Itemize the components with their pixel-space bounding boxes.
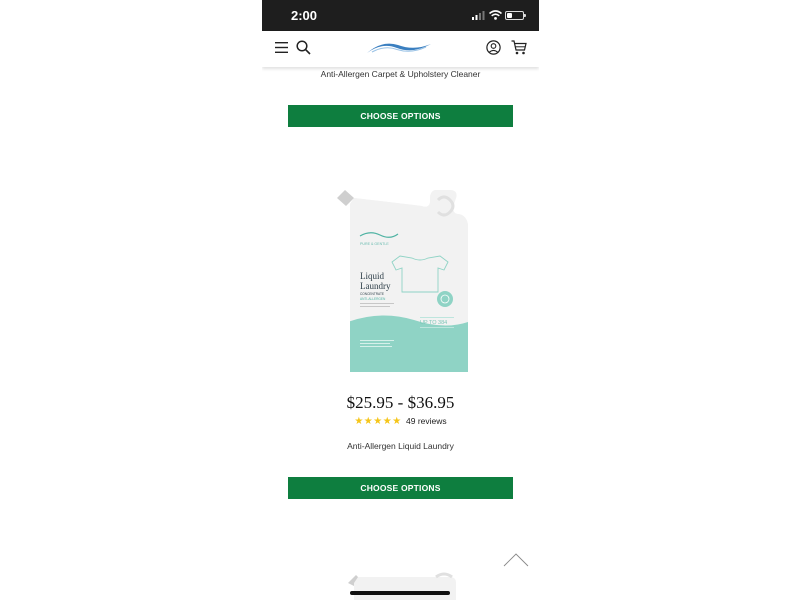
- home-indicator[interactable]: [350, 591, 450, 595]
- review-count[interactable]: 49 reviews: [406, 416, 447, 426]
- site-header: [262, 31, 539, 67]
- pouch-brand: PURE & GENTLE: [360, 242, 389, 246]
- choose-options-button[interactable]: CHOOSE OPTIONS: [288, 477, 513, 499]
- wifi-icon: [489, 10, 502, 20]
- user-circle-icon[interactable]: [486, 40, 501, 55]
- pouch-loads: UP TO 384: [420, 320, 447, 326]
- product-image[interactable]: PURE & GENTLE Liquid Laundry CONCENTRATE…: [334, 190, 468, 372]
- product-title[interactable]: Anti-Allergen Carpet & Upholstery Cleane…: [262, 69, 539, 79]
- signal-icon: [472, 11, 485, 20]
- phone-screen: 2:00 Anti-Allergen Carpet & Upholstery C…: [262, 0, 539, 600]
- pouch-title-2: Laundry: [360, 281, 391, 291]
- back-to-top-icon[interactable]: [503, 553, 529, 567]
- choose-options-button[interactable]: CHOOSE OPTIONS: [288, 105, 513, 127]
- cart-icon[interactable]: [511, 40, 527, 55]
- pouch-title-1: Liquid: [360, 271, 384, 281]
- product-image[interactable]: [340, 569, 460, 600]
- hamburger-icon[interactable]: [275, 41, 288, 54]
- product-title[interactable]: Anti-Allergen Liquid Laundry: [262, 441, 539, 451]
- search-icon[interactable]: [296, 40, 311, 55]
- product-price: $25.95 - $36.95: [346, 393, 455, 412]
- pouch-subtitle: CONCENTRATE: [360, 292, 384, 296]
- product-rating[interactable]: ★★★★★ 49 reviews: [262, 416, 539, 427]
- status-bar: 2:00: [262, 0, 539, 31]
- pouch-tag: ANTI-ALLERGEN: [360, 297, 386, 301]
- status-time: 2:00: [291, 8, 318, 23]
- wave-logo[interactable]: [366, 39, 432, 57]
- battery-icon: [505, 11, 526, 20]
- star-rating-icon: ★★★★★: [354, 416, 402, 427]
